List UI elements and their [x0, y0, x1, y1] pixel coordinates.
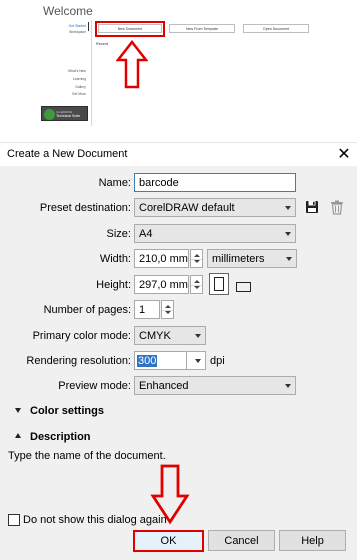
save-preset-icon[interactable]: [305, 200, 319, 214]
nav-gallery[interactable]: Gallery: [40, 84, 86, 92]
description-toggle[interactable]: Description: [30, 431, 91, 443]
spin-down-icon[interactable]: [194, 286, 200, 289]
name-label: Name:: [98, 177, 131, 189]
height-stepper[interactable]: [190, 275, 203, 294]
preview-dropdown[interactable]: Enhanced: [134, 376, 296, 395]
width-label: Width:: [99, 253, 131, 265]
preview-value: Enhanced: [139, 379, 189, 392]
size-dropdown[interactable]: A4: [134, 224, 296, 243]
close-icon[interactable]: ✕: [334, 144, 354, 164]
preset-dropdown[interactable]: CorelDRAW default: [134, 198, 296, 217]
delete-preset-icon[interactable]: [330, 200, 344, 215]
welcome-divider: [91, 20, 92, 126]
arrow-up-icon: [116, 40, 148, 89]
color-settings-toggle[interactable]: Color settings: [30, 405, 104, 417]
chevron-down-icon: [285, 232, 291, 236]
size-label: Size:: [106, 228, 131, 240]
recent-label: Recent: [96, 42, 109, 46]
dialog-title: Create a New Document: [7, 148, 128, 160]
coreldraw-logo-icon: [44, 109, 55, 120]
color-mode-label: Primary color mode:: [32, 330, 131, 342]
spin-down-icon[interactable]: [194, 260, 200, 263]
spin-up-icon[interactable]: [194, 254, 200, 257]
preset-label: Preset destination:: [39, 202, 131, 214]
width-stepper[interactable]: [190, 249, 203, 268]
new-from-template-button[interactable]: New From Template: [169, 24, 235, 33]
spin-up-icon[interactable]: [194, 280, 200, 283]
units-dropdown[interactable]: millimeters: [207, 249, 297, 268]
width-input[interactable]: 210,0 mm: [134, 249, 189, 268]
portrait-orientation-button[interactable]: [209, 273, 229, 295]
height-label: Height:: [96, 279, 131, 291]
portrait-icon: [214, 277, 224, 291]
open-document-button[interactable]: Open Document: [243, 24, 309, 33]
chevron-down-icon: [286, 257, 292, 261]
promo-banner[interactable]: CorelDRAW Technical Suite: [41, 106, 88, 121]
chevron-down-icon: [195, 359, 201, 363]
resolution-input[interactable]: 300: [134, 351, 187, 370]
resolution-value: 300: [137, 354, 158, 367]
chevron-down-icon: [195, 334, 201, 338]
pages-label: Number of pages:: [43, 304, 131, 316]
welcome-nav-bottom: What's New Learning Gallery Get More: [40, 68, 86, 99]
resolution-label: Rendering resolution:: [26, 355, 131, 367]
nav-whats-new[interactable]: What's New: [40, 68, 86, 76]
pages-stepper[interactable]: [161, 300, 174, 319]
expand-triangle-icon[interactable]: [15, 408, 21, 413]
cancel-button[interactable]: Cancel: [208, 530, 275, 551]
welcome-nav-top: Get Started Workspace: [40, 23, 86, 35]
nav-get-more[interactable]: Get More: [40, 91, 86, 99]
dont-show-label: Do not show this dialog again: [23, 514, 167, 526]
spin-down-icon[interactable]: [165, 311, 171, 314]
landscape-icon[interactable]: [236, 282, 251, 292]
nav-workspace[interactable]: Workspace: [40, 29, 86, 35]
collapse-triangle-icon[interactable]: [15, 433, 21, 438]
units-value: millimeters: [212, 252, 265, 265]
size-value: A4: [139, 227, 153, 240]
height-input[interactable]: 297,0 mm: [134, 275, 189, 294]
chevron-down-icon: [285, 206, 291, 210]
preview-label: Preview mode:: [58, 380, 131, 392]
chevron-down-icon: [285, 384, 291, 388]
preset-value: CorelDRAW default: [139, 201, 235, 214]
promo-line2: Technical Suite: [56, 114, 81, 118]
name-input[interactable]: barcode: [134, 173, 296, 192]
resolution-unit: dpi: [210, 355, 225, 367]
ok-button[interactable]: OK: [133, 530, 204, 552]
description-text: Type the name of the document.: [8, 450, 166, 462]
color-mode-value: CMYK: [139, 329, 171, 342]
new-document-highlight: [95, 21, 165, 37]
nav-learning[interactable]: Learning: [40, 76, 86, 84]
dont-show-checkbox[interactable]: [8, 514, 20, 526]
help-button[interactable]: Help: [279, 530, 346, 551]
pages-input[interactable]: 1: [134, 300, 160, 319]
welcome-title: Welcome: [43, 4, 93, 18]
resolution-dropdown[interactable]: [187, 351, 206, 370]
color-mode-dropdown[interactable]: CMYK: [134, 326, 206, 345]
nav-active-indicator: [88, 22, 90, 31]
spin-up-icon[interactable]: [165, 305, 171, 308]
